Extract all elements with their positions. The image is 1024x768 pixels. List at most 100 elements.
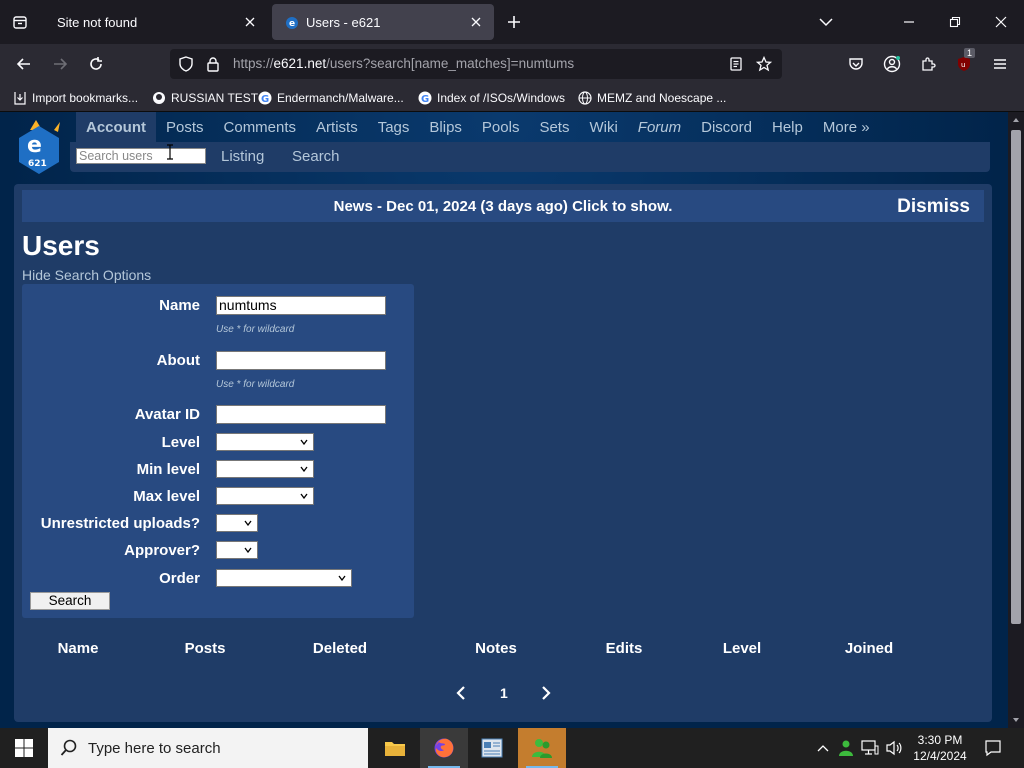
- e621-logo[interactable]: e 621: [14, 118, 64, 176]
- action-center-button[interactable]: [982, 738, 1004, 758]
- system-info-button[interactable]: [468, 728, 516, 768]
- reader-view-icon[interactable]: [728, 56, 744, 72]
- level-select[interactable]: [216, 433, 314, 451]
- news-text[interactable]: News - Dec 01, 2024 (3 days ago) Click t…: [22, 198, 984, 215]
- back-button[interactable]: [10, 50, 38, 78]
- nav-posts[interactable]: Posts: [156, 119, 214, 136]
- list-all-tabs-button[interactable]: [6, 8, 34, 36]
- pocket-button[interactable]: [842, 50, 870, 78]
- bookmark-memz[interactable]: MEMZ and Noescape ...: [577, 89, 726, 107]
- nav-discord[interactable]: Discord: [691, 119, 762, 136]
- page-scrollbar[interactable]: [1008, 112, 1024, 728]
- column-notes[interactable]: Notes: [475, 640, 517, 657]
- approver-select[interactable]: [216, 541, 258, 559]
- name-input[interactable]: numtums: [216, 296, 386, 315]
- nav-pools[interactable]: Pools: [472, 119, 530, 136]
- reload-button[interactable]: [82, 50, 110, 78]
- minimize-button[interactable]: [895, 8, 923, 36]
- tab-overflow-button[interactable]: [812, 8, 840, 36]
- restore-button[interactable]: [941, 8, 969, 36]
- speaker-icon: [886, 740, 902, 756]
- bookmark-endermanch[interactable]: G Endermanch/Malware...: [257, 89, 404, 107]
- nav-comments[interactable]: Comments: [214, 119, 307, 136]
- tab-title: Users - e621: [306, 14, 381, 30]
- hamburger-icon: [994, 59, 1006, 69]
- avatar-id-input[interactable]: [216, 405, 386, 424]
- taskbar-search-box[interactable]: Type here to search: [48, 728, 368, 768]
- shield-icon[interactable]: [178, 56, 194, 72]
- nav-blips[interactable]: Blips: [419, 119, 472, 136]
- bookmark-import[interactable]: Import bookmarks...: [12, 89, 138, 107]
- menu-button[interactable]: [986, 50, 1014, 78]
- tray-user-button[interactable]: [836, 738, 856, 758]
- close-window-button[interactable]: [987, 8, 1015, 36]
- bookmark-index-isos[interactable]: G Index of /ISOs/Windows: [417, 89, 565, 107]
- forward-button[interactable]: [46, 50, 74, 78]
- volume-button[interactable]: [884, 738, 904, 758]
- account-button[interactable]: [878, 50, 906, 78]
- about-input[interactable]: [216, 351, 386, 370]
- notification-icon: [985, 740, 1001, 757]
- nav-tags[interactable]: Tags: [368, 119, 420, 136]
- tab-users-e621[interactable]: e Users - e621: [272, 4, 494, 40]
- address-bar[interactable]: https://e621.net/users?search[name_match…: [170, 49, 782, 79]
- extensions-button[interactable]: [914, 50, 942, 78]
- nav-help[interactable]: Help: [762, 119, 813, 136]
- column-deleted[interactable]: Deleted: [313, 640, 367, 657]
- scrollbar-thumb[interactable]: [1011, 130, 1021, 624]
- nav-wiki[interactable]: Wiki: [579, 119, 627, 136]
- order-select[interactable]: [216, 569, 352, 587]
- firefox-button[interactable]: [420, 728, 468, 768]
- column-level[interactable]: Level: [723, 640, 761, 657]
- min-level-select[interactable]: [216, 460, 314, 478]
- search-button[interactable]: Search: [30, 592, 110, 610]
- scroll-down-icon[interactable]: [1012, 716, 1020, 724]
- unrestricted-uploads-select[interactable]: [216, 514, 258, 532]
- column-joined[interactable]: Joined: [845, 640, 893, 657]
- app-button[interactable]: [518, 728, 566, 768]
- paginator: 1: [14, 684, 992, 704]
- nav-account[interactable]: Account: [76, 112, 156, 143]
- nav-forum[interactable]: Forum: [628, 119, 691, 136]
- unrestricted-row: Unrestricted uploads?: [22, 514, 414, 534]
- google-icon: G: [417, 90, 433, 106]
- column-name[interactable]: Name: [58, 640, 99, 657]
- clock-date: 12/4/2024: [913, 749, 967, 763]
- show-hidden-icons-button[interactable]: [813, 738, 833, 758]
- file-explorer-button[interactable]: [371, 728, 419, 768]
- start-button[interactable]: [0, 728, 48, 768]
- ublock-button[interactable]: u 1: [950, 48, 978, 78]
- subnav-listing[interactable]: Listing: [221, 148, 264, 165]
- nav-artists[interactable]: Artists: [306, 119, 368, 136]
- page-title: Users: [22, 230, 100, 261]
- level-label: Level: [161, 434, 200, 451]
- bookmark-russian-test[interactable]: RUSSIAN TEST: [151, 89, 258, 107]
- new-tab-button[interactable]: [502, 10, 526, 34]
- hide-search-options-link[interactable]: Hide Search Options: [22, 267, 151, 283]
- network-button[interactable]: [860, 738, 880, 758]
- nav-more[interactable]: More »: [813, 119, 880, 136]
- min-level-row: Min level: [22, 460, 414, 480]
- column-edits[interactable]: Edits: [606, 640, 643, 657]
- close-tab-button[interactable]: [242, 14, 258, 30]
- max-level-row: Max level: [22, 487, 414, 507]
- chevron-right-icon[interactable]: [541, 686, 551, 700]
- tab-site-not-found[interactable]: Site not found: [44, 4, 268, 40]
- lock-icon[interactable]: [205, 56, 221, 72]
- subnav-search[interactable]: Search: [292, 148, 340, 165]
- taskbar-clock[interactable]: 3:30 PM 12/4/2024: [905, 732, 975, 764]
- globe-icon: [577, 90, 593, 106]
- scroll-up-icon[interactable]: [1012, 116, 1020, 124]
- name-label: Name: [159, 297, 200, 314]
- main-nav: Account Posts Comments Artists Tags Blip…: [76, 112, 880, 143]
- dismiss-button[interactable]: Dismiss: [897, 196, 970, 218]
- news-banner[interactable]: News - Dec 01, 2024 (3 days ago) Click t…: [22, 190, 984, 222]
- search-users-input[interactable]: Search users: [76, 148, 206, 164]
- column-posts[interactable]: Posts: [185, 640, 226, 657]
- bookmark-star-icon[interactable]: [756, 56, 772, 72]
- close-tab-button[interactable]: [468, 14, 484, 30]
- max-level-select[interactable]: [216, 487, 314, 505]
- nav-sets[interactable]: Sets: [529, 119, 579, 136]
- chevron-left-icon[interactable]: [456, 686, 466, 700]
- about-row: About: [22, 351, 414, 371]
